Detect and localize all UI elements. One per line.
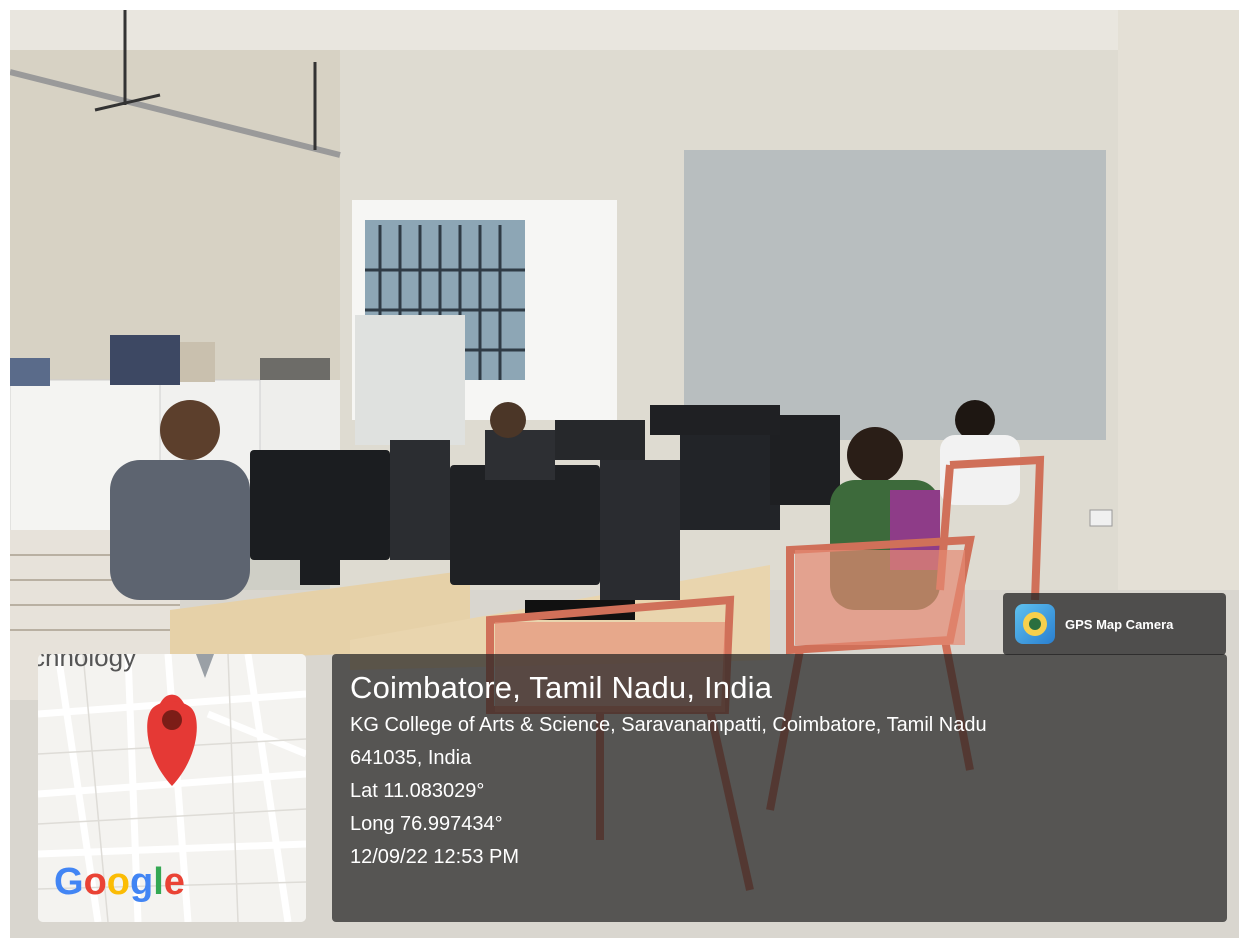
location-headline: Coimbatore, Tamil Nadu, India <box>350 670 773 705</box>
latitude: Lat 11.083029° <box>350 780 485 802</box>
longitude: Long 76.997434° <box>350 813 503 835</box>
timestamp: 12/09/22 12:53 PM <box>350 846 520 868</box>
gps-map-camera-badge: GPS Map Camera <box>1003 593 1226 655</box>
location-info-panel: Coimbatore, Tamil Nadu, India KG College… <box>332 654 1227 922</box>
map-thumbnail: chnology Google <box>38 654 306 922</box>
app-name: GPS Map Camera <box>1065 616 1174 632</box>
address-line-2: 641035, India <box>350 747 472 769</box>
google-logo: Google <box>54 861 185 903</box>
address-line-1: KG College of Arts & Science, Saravanamp… <box>350 714 987 736</box>
gps-map-camera-icon <box>1015 604 1055 644</box>
map-label-fragment: chnology <box>38 654 137 672</box>
